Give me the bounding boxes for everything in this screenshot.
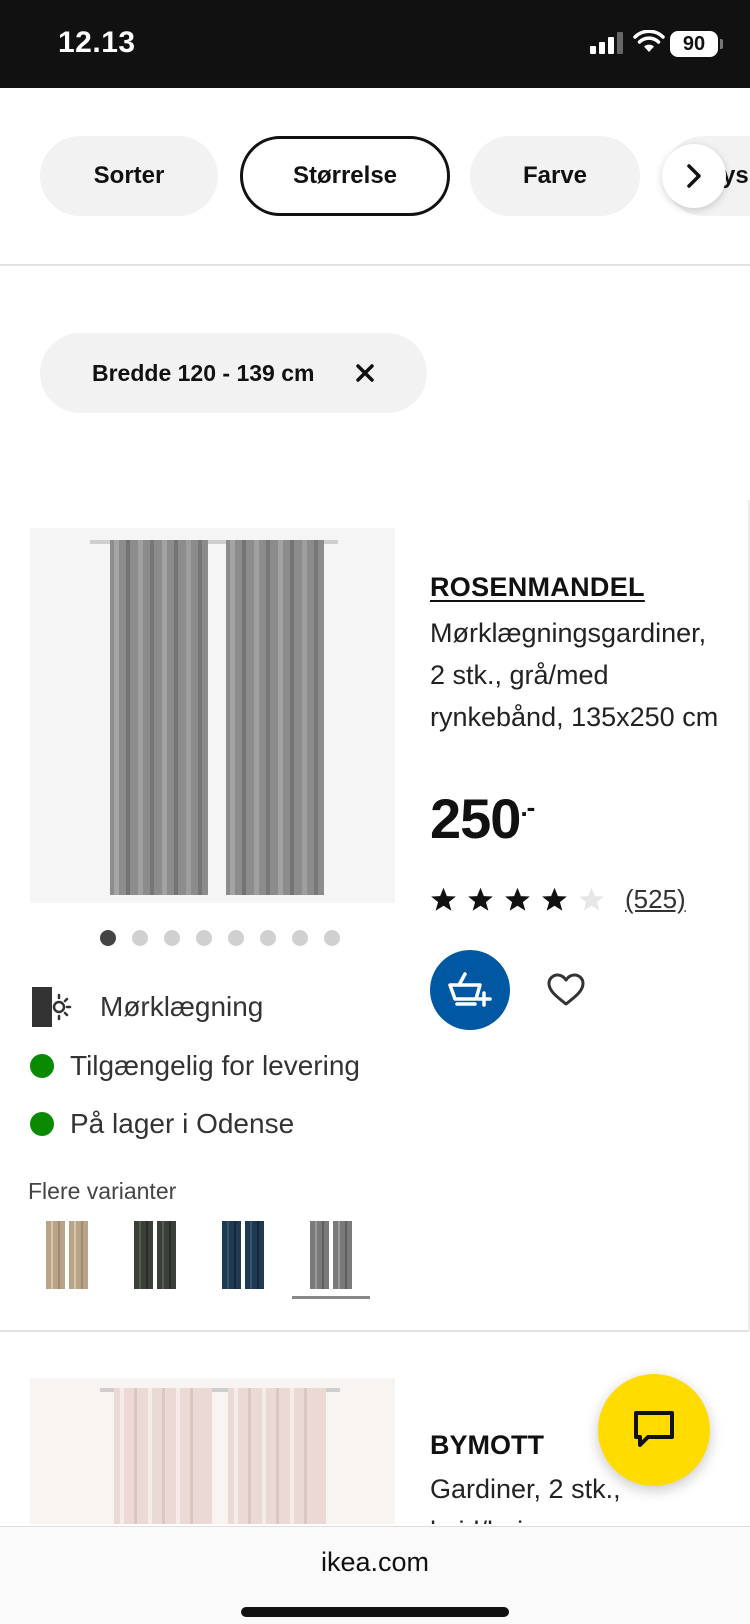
carousel-dot[interactable]: [292, 930, 308, 946]
product-image[interactable]: [30, 1378, 395, 1524]
url-text[interactable]: ikea.com: [0, 1547, 750, 1578]
variant-dark-blue[interactable]: [204, 1215, 282, 1299]
delivery-availability-label: Tilgængelig for levering: [70, 1050, 360, 1081]
star-filled-icon: [431, 887, 456, 911]
carousel-dot-active[interactable]: [100, 930, 116, 946]
variant-dark-green-thumbnail: [134, 1221, 176, 1289]
image-carousel-indicator: [100, 930, 340, 946]
carousel-dot[interactable]: [228, 930, 244, 946]
product-brand-link[interactable]: BYMOTT: [430, 1430, 544, 1461]
in-stock-indicator: [30, 1054, 54, 1078]
blackout-label: Mørklægning: [100, 991, 264, 1022]
curtain-illustration: [90, 540, 338, 895]
star-filled-icon: [505, 887, 530, 911]
curtain-illustration: [100, 1388, 340, 1524]
delivery-availability: Tilgængelig for levering: [30, 1050, 360, 1082]
variants-label: Flere varianter: [28, 1178, 177, 1204]
store-availability: På lager i Odense: [30, 1108, 294, 1140]
close-icon[interactable]: [351, 359, 379, 387]
color-filter-button[interactable]: Farve: [470, 136, 640, 216]
variant-beige[interactable]: [28, 1215, 106, 1299]
variant-beige-thumbnail: [46, 1221, 88, 1289]
carousel-dot[interactable]: [196, 930, 212, 946]
sort-button[interactable]: Sorter: [40, 136, 218, 216]
carousel-dot[interactable]: [324, 930, 340, 946]
chat-button[interactable]: [598, 1374, 710, 1486]
blackout-feature: Mørklægning: [30, 985, 263, 1029]
add-to-cart-button[interactable]: [430, 950, 510, 1030]
battery-level: 90: [670, 31, 718, 57]
variant-dark-green[interactable]: [116, 1215, 194, 1299]
home-indicator[interactable]: [241, 1607, 509, 1617]
product-brand-link[interactable]: ROSENMANDEL: [430, 572, 645, 603]
variant-grey-selected[interactable]: [292, 1215, 370, 1299]
variant-dark-blue-thumbnail: [222, 1221, 264, 1289]
product-card[interactable]: ROSENMANDEL Mørklægningsgardiner, 2 stk.…: [0, 500, 750, 1332]
store-availability-label: På lager i Odense: [70, 1108, 295, 1139]
variant-grey-thumbnail: [310, 1221, 352, 1289]
add-to-basket-icon: [448, 972, 492, 1007]
browser-url-bar[interactable]: ikea.com: [0, 1526, 750, 1624]
price-suffix: .-: [520, 792, 535, 822]
product-image[interactable]: [30, 528, 395, 903]
heart-icon: [547, 973, 585, 1006]
size-filter-button[interactable]: Størrelse: [240, 136, 450, 216]
in-stock-indicator: [30, 1112, 54, 1136]
status-bar: 12.13 90: [0, 0, 750, 88]
carousel-dot[interactable]: [132, 930, 148, 946]
star-filled-icon: [542, 887, 567, 911]
variant-list: [28, 1215, 370, 1299]
review-count-link[interactable]: (525): [625, 884, 686, 915]
filter-bar: Sorter Størrelse Farve ys: [0, 88, 750, 266]
status-time: 12.13: [58, 26, 136, 59]
active-filter-chip[interactable]: Bredde 120 - 139 cm: [40, 333, 427, 413]
cellular-signal-icon: [590, 32, 623, 54]
product-rating[interactable]: (525): [430, 884, 686, 915]
price-value: 250: [430, 787, 521, 850]
chat-bubble-icon: [634, 1411, 674, 1447]
carousel-dot[interactable]: [164, 930, 180, 946]
carousel-dot[interactable]: [260, 930, 276, 946]
battery-tip: [720, 39, 723, 49]
star-filled-icon: [468, 887, 493, 911]
scroll-filters-next-button[interactable]: [662, 144, 726, 208]
product-description: Mørklægningsgardiner, 2 stk., grå/med ry…: [430, 618, 719, 732]
wifi-icon: [633, 30, 665, 52]
active-filter-label: Bredde 120 - 139 cm: [92, 359, 315, 386]
product-price: 250.-: [430, 786, 535, 851]
add-to-favourites-button[interactable]: [544, 968, 588, 1012]
star-empty-icon: [579, 887, 604, 911]
chevron-right-icon: [687, 164, 701, 188]
blackout-icon: [32, 987, 72, 1027]
